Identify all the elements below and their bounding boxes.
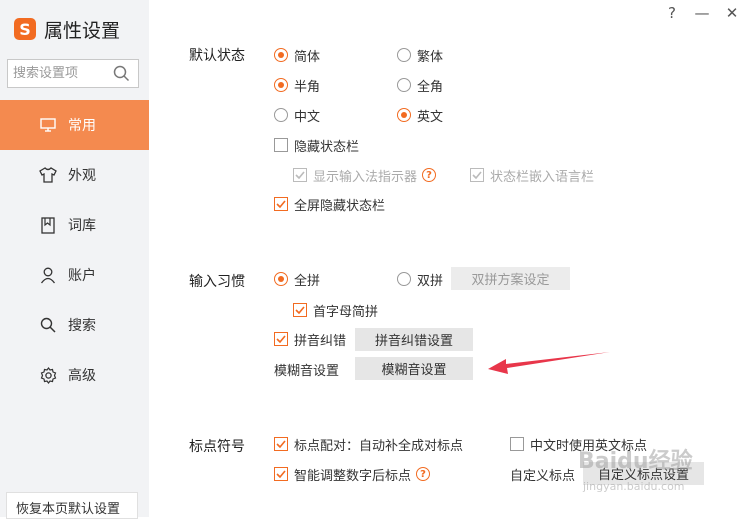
app-title: 属性设置 <box>44 19 121 42</box>
search-icon <box>38 315 58 335</box>
checkbox-show-ime-indicator[interactable]: 显示输入法指示器 ? <box>293 166 437 185</box>
sidebar-item-label: 账户 <box>68 268 96 284</box>
checkbox-unchecked-icon <box>510 437 524 451</box>
double-pinyin-scheme-button[interactable]: 双拼方案设定 <box>451 267 570 290</box>
sidebar-item-label: 搜索 <box>68 318 96 334</box>
gear-icon <box>38 365 58 385</box>
radio-checked-icon <box>274 48 288 62</box>
sogou-logo-icon: S <box>14 18 36 40</box>
watermark-title: Baidu经验 <box>578 449 693 474</box>
radio-unchecked-icon <box>397 272 411 286</box>
sidebar-item-label: 高级 <box>68 368 96 384</box>
annotation-arrow-icon <box>488 352 610 374</box>
sidebar-item-label: 常用 <box>68 118 96 134</box>
search-icon[interactable] <box>113 65 130 86</box>
sidebar-item-advanced[interactable]: 高级 <box>0 350 149 400</box>
restore-defaults-button[interactable]: 恢复本页默认设置 <box>6 492 138 519</box>
radio-simplified[interactable]: 简体 <box>274 46 320 65</box>
radio-half-width[interactable]: 半角 <box>274 76 320 95</box>
checkbox-pinyin-correction[interactable]: 拼音纠错 <box>274 330 346 349</box>
section-label-punctuation: 标点符号 <box>189 439 245 455</box>
shirt-icon <box>38 165 58 185</box>
checkbox-status-bar-embed-lang[interactable]: 状态栏嵌入语言栏 <box>470 166 594 185</box>
custom-punct-label: 自定义标点 <box>510 468 576 484</box>
section-label-default-state: 默认状态 <box>189 48 245 64</box>
radio-unchecked-icon <box>397 78 411 92</box>
radio-traditional[interactable]: 繁体 <box>397 46 443 65</box>
book-icon <box>38 215 58 235</box>
brand: S 属性设置 <box>14 14 120 44</box>
sidebar-item-lexicon[interactable]: 词库 <box>0 200 149 250</box>
radio-double-pinyin[interactable]: 双拼 <box>397 270 443 289</box>
radio-english[interactable]: 英文 <box>397 106 443 125</box>
sidebar-item-search[interactable]: 搜索 <box>0 300 149 350</box>
help-icon[interactable]: ? <box>422 168 437 182</box>
radio-unchecked-icon <box>274 108 288 122</box>
radio-unchecked-icon <box>397 48 411 62</box>
checkbox-fullscreen-hide-status[interactable]: 全屏隐藏状态栏 <box>274 195 385 214</box>
sidebar-item-label: 外观 <box>68 168 96 184</box>
checkbox-checked-icon <box>274 467 288 481</box>
radio-full-pinyin[interactable]: 全拼 <box>274 270 320 289</box>
minimize-button[interactable]: — <box>687 0 717 26</box>
checkbox-checked-icon <box>274 197 288 211</box>
radio-checked-icon <box>274 78 288 92</box>
pinyin-correction-settings-button[interactable]: 拼音纠错设置 <box>355 328 473 351</box>
checkbox-checked-disabled-icon <box>470 168 484 182</box>
checkbox-hide-status-bar[interactable]: 隐藏状态栏 <box>274 136 359 155</box>
checkbox-smart-adjust-punct[interactable]: 智能调整数字后标点 ? <box>274 465 431 484</box>
window-controls: ? — ✕ <box>657 0 747 26</box>
checkbox-checked-icon <box>274 332 288 346</box>
user-icon <box>38 265 58 285</box>
help-icon[interactable]: ? <box>416 467 431 481</box>
radio-full-width[interactable]: 全角 <box>397 76 443 95</box>
sidebar-item-appearance[interactable]: 外观 <box>0 150 149 200</box>
sidebar-item-common[interactable]: 常用 <box>0 100 149 150</box>
sidebar-item-account[interactable]: 账户 <box>0 250 149 300</box>
monitor-icon <box>38 115 58 135</box>
radio-checked-icon <box>274 272 288 286</box>
fuzzy-sound-label: 模糊音设置 <box>274 363 340 379</box>
checkbox-punct-auto-pair[interactable]: 标点配对：自动补全成对标点 <box>274 435 463 454</box>
checkbox-checked-icon <box>274 437 288 451</box>
checkbox-unchecked-icon <box>274 138 288 152</box>
fuzzy-sound-settings-button[interactable]: 模糊音设置 <box>355 357 473 380</box>
close-button[interactable]: ✕ <box>717 0 747 26</box>
radio-chinese[interactable]: 中文 <box>274 106 320 125</box>
checkbox-initials-short[interactable]: 首字母简拼 <box>293 301 378 320</box>
search-box <box>7 59 139 88</box>
search-input[interactable] <box>8 60 108 87</box>
radio-checked-icon <box>397 108 411 122</box>
sidebar-item-label: 词库 <box>68 218 96 234</box>
help-button[interactable]: ? <box>657 0 687 26</box>
section-label-input-habit: 输入习惯 <box>189 274 245 290</box>
watermark-url: jingyan.baidu.com <box>583 480 685 493</box>
sidebar: S 属性设置 常用 外观 词库 账户 搜索 <box>0 0 149 519</box>
checkbox-checked-icon <box>293 303 307 317</box>
checkbox-checked-disabled-icon <box>293 168 307 182</box>
